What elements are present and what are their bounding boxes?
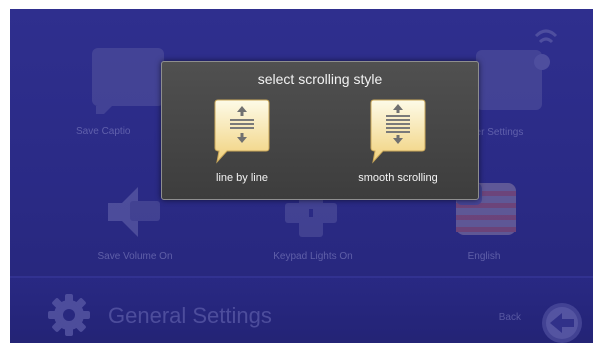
page-title: General Settings bbox=[108, 303, 272, 328]
option-label: smooth scrolling bbox=[358, 172, 438, 184]
captions-icon bbox=[92, 48, 164, 114]
tile-label: her Settings bbox=[470, 127, 524, 138]
tile-label: English bbox=[467, 251, 501, 262]
back-label: Back bbox=[498, 312, 521, 323]
tile-label: Keypad Lights On bbox=[273, 251, 353, 262]
dialog-title: select scrolling style bbox=[257, 71, 383, 87]
smooth-scrolling-icon bbox=[370, 99, 426, 164]
option-label: line by line bbox=[216, 172, 268, 184]
tile-label: Save Volume On bbox=[97, 251, 173, 262]
settings-screen: Save Captio her Settings Save Volume On bbox=[10, 9, 593, 343]
tile-label: Save Captio bbox=[76, 126, 131, 137]
tile-save-captions[interactable]: Save Captio bbox=[74, 34, 164, 144]
gear-icon bbox=[48, 294, 90, 336]
back-arrow-icon bbox=[542, 303, 582, 343]
scrolling-style-dialog: select scrolling style line by line smoo… bbox=[161, 61, 479, 200]
back-button[interactable] bbox=[541, 302, 583, 343]
bottom-bar: General Settings Back bbox=[10, 278, 593, 343]
line-by-line-icon bbox=[214, 99, 270, 164]
